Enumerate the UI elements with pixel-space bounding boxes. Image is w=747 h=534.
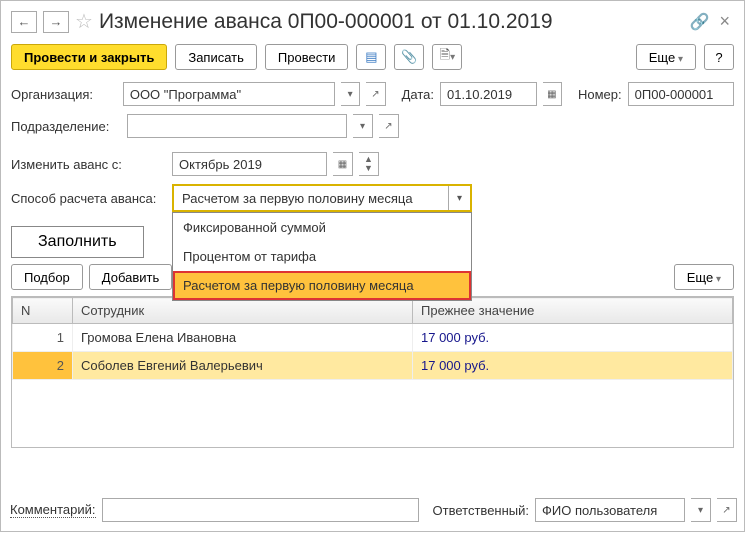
nav-back-button[interactable]: ←: [11, 11, 37, 33]
num-input[interactable]: 0П00-000001: [628, 82, 734, 106]
org-label: Организация:: [11, 87, 117, 102]
dept-open-icon[interactable]: ↗: [379, 114, 399, 138]
pick-button[interactable]: Подбор: [11, 264, 83, 290]
fill-button[interactable]: Заполнить: [11, 226, 144, 258]
chevron-down-icon[interactable]: ▾: [448, 186, 470, 210]
link-icon[interactable]: 🔗: [690, 12, 710, 32]
dept-dropdown-icon[interactable]: ▾: [353, 114, 373, 138]
post-button[interactable]: Провести: [265, 44, 349, 70]
window-title: Изменение аванса 0П00-000001 от 01.10.20…: [99, 10, 684, 34]
calc-method-select[interactable]: Расчетом за первую половину месяца ▾: [172, 184, 472, 212]
change-from-input[interactable]: Октябрь 2019: [172, 152, 327, 176]
close-icon[interactable]: ×: [715, 11, 734, 32]
dept-label: Подразделение:: [11, 119, 121, 134]
org-dropdown-icon[interactable]: ▾: [341, 82, 360, 106]
post-and-close-button[interactable]: Провести и закрыть: [11, 44, 167, 70]
help-button[interactable]: ?: [704, 44, 734, 70]
responsible-label: Ответственный:: [433, 503, 529, 518]
table-more-button[interactable]: Еще: [674, 264, 734, 290]
calc-option-percent[interactable]: Процентом от тарифа: [173, 242, 471, 271]
comment-input[interactable]: [102, 498, 419, 522]
dept-input[interactable]: [127, 114, 347, 138]
change-from-spinner-icon[interactable]: ▲▼: [359, 152, 379, 176]
favorite-star-icon[interactable]: ☆: [75, 9, 93, 34]
attach-icon[interactable]: 📎: [394, 44, 424, 70]
org-open-icon[interactable]: ↗: [366, 82, 385, 106]
num-label: Номер:: [578, 87, 622, 102]
employees-table: N Сотрудник Прежнее значение 1 Громова Е…: [12, 297, 733, 380]
report-icon[interactable]: ▤: [356, 44, 386, 70]
date-input[interactable]: 01.10.2019: [440, 82, 537, 106]
responsible-open-icon[interactable]: ↗: [717, 498, 737, 522]
table-row[interactable]: 2 Соболев Евгений Валерьевич 17 000 руб.: [13, 352, 733, 380]
calc-option-half-month[interactable]: Расчетом за первую половину месяца: [173, 271, 471, 300]
nav-forward-button[interactable]: →: [43, 11, 69, 33]
table-row[interactable]: 1 Громова Елена Ивановна 17 000 руб.: [13, 324, 733, 352]
org-input[interactable]: ООО "Программа": [123, 82, 335, 106]
save-button[interactable]: Записать: [175, 44, 257, 70]
more-button[interactable]: Еще: [636, 44, 696, 70]
date-label: Дата:: [402, 87, 434, 102]
change-from-calendar-icon[interactable]: ▦: [333, 152, 353, 176]
col-n[interactable]: N: [13, 298, 73, 324]
calc-option-fixed[interactable]: Фиксированной суммой: [173, 213, 471, 242]
col-prev[interactable]: Прежнее значение: [413, 298, 733, 324]
date-calendar-icon[interactable]: ▦: [543, 82, 562, 106]
change-from-label: Изменить аванс с:: [11, 157, 166, 172]
calc-method-dropdown-list: Фиксированной суммой Процентом от тарифа…: [172, 212, 472, 301]
responsible-dropdown-icon[interactable]: ▾: [691, 498, 711, 522]
calc-method-label: Способ расчета аванса:: [11, 191, 166, 206]
print-icon[interactable]: 🗎: [432, 44, 462, 70]
add-button[interactable]: Добавить: [89, 264, 172, 290]
responsible-input[interactable]: ФИО пользователя: [535, 498, 685, 522]
col-emp[interactable]: Сотрудник: [73, 298, 413, 324]
comment-label[interactable]: Комментарий:: [10, 502, 96, 518]
